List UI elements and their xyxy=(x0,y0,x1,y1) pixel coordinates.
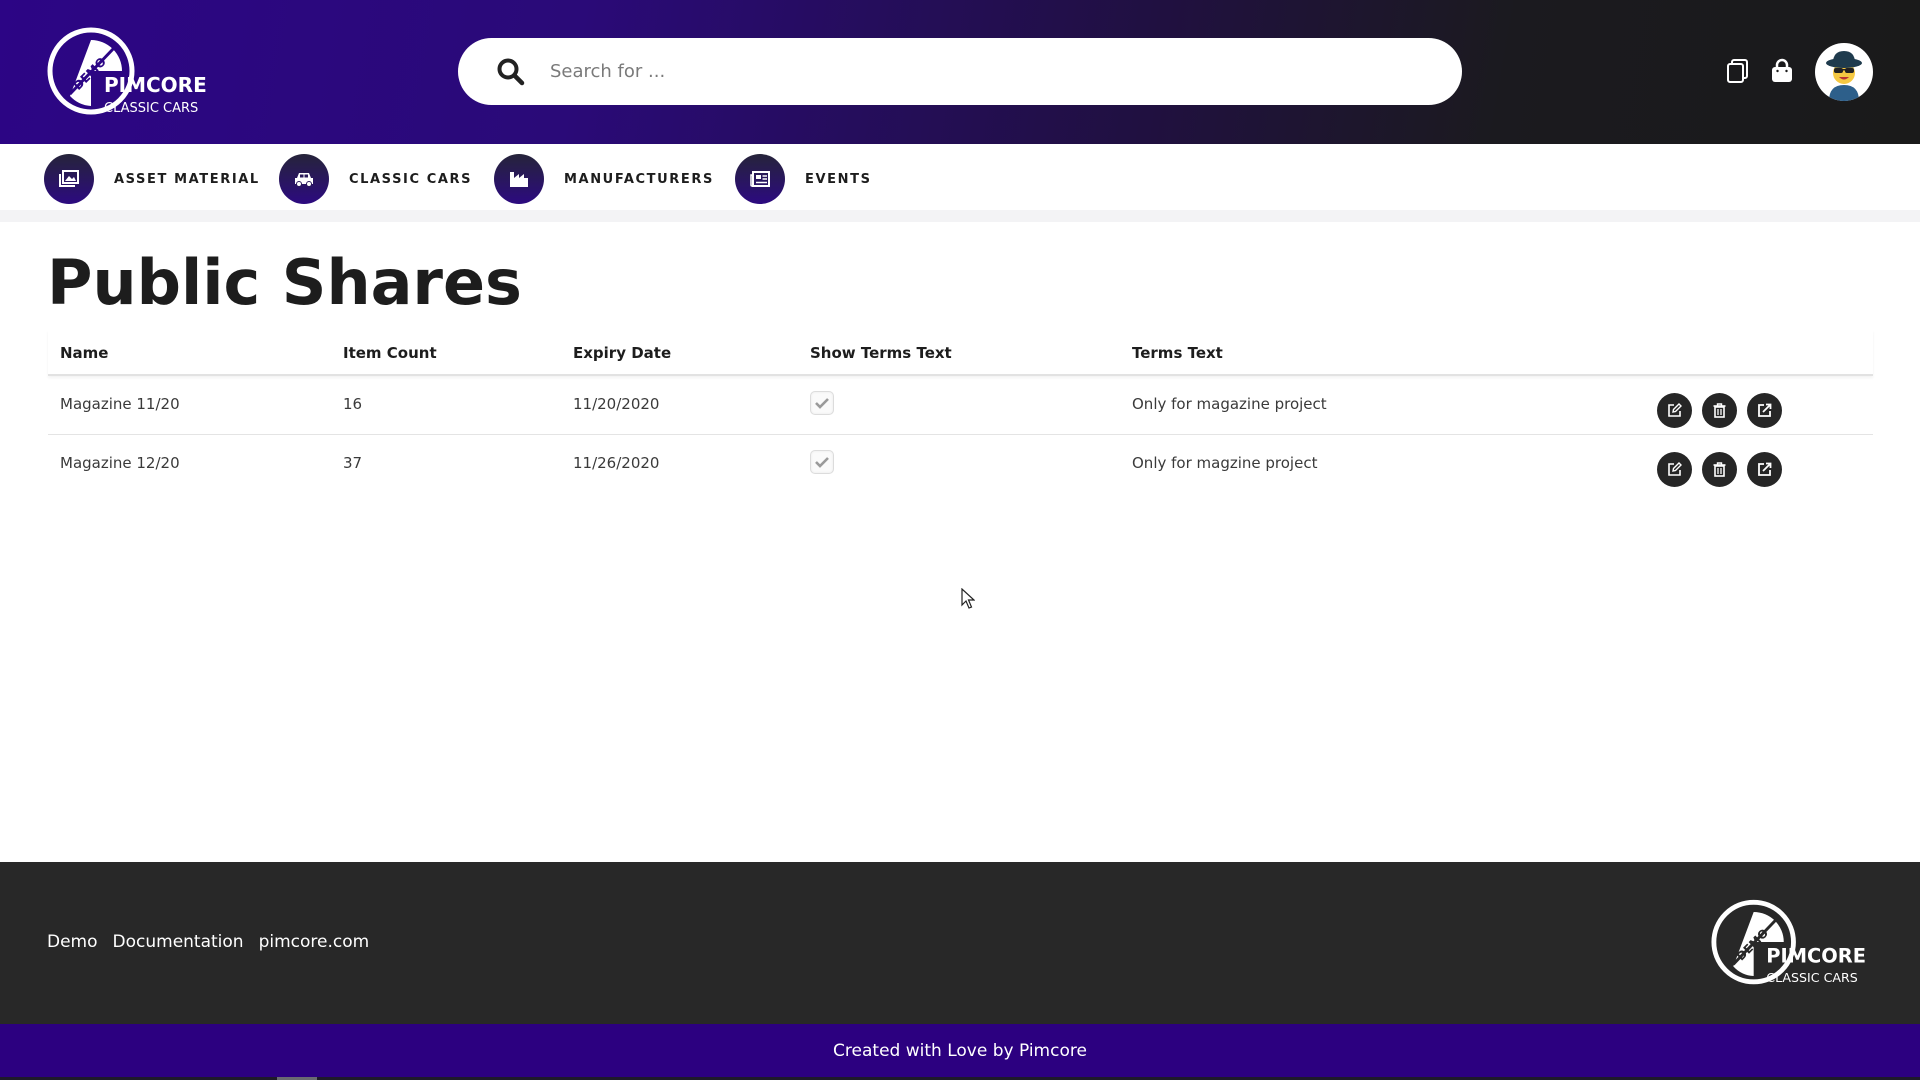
nav-label: EVENTS xyxy=(805,171,872,187)
expiry-date: 11/26/2020 xyxy=(573,454,660,472)
external-link-icon xyxy=(1758,403,1772,417)
public-shares-table: Name Item Count Expiry Date Show Terms T… xyxy=(48,330,1873,494)
table-header: Name Item Count Expiry Date Show Terms T… xyxy=(48,330,1873,376)
column-header-name[interactable]: Name xyxy=(60,344,108,362)
item-count: 16 xyxy=(343,395,363,413)
search-icon[interactable] xyxy=(496,57,526,87)
footer-link-pimcore[interactable]: pimcore.com xyxy=(259,932,370,952)
item-count: 37 xyxy=(343,454,363,472)
nav-item-asset-material[interactable]: ASSET MATERIAL xyxy=(44,154,260,204)
collections-icon[interactable] xyxy=(1725,58,1751,84)
search-input[interactable] xyxy=(550,51,1462,92)
column-header-item-count[interactable]: Item Count xyxy=(343,344,437,362)
nav-item-manufacturers[interactable]: MANUFACTURERS xyxy=(494,154,714,204)
nav-item-classic-cars[interactable]: CLASSIC CARS xyxy=(279,154,472,204)
nav-divider xyxy=(0,210,1920,222)
share-name: Magazine 11/20 xyxy=(60,395,180,413)
page-title: Public Shares xyxy=(47,246,522,319)
edit-icon xyxy=(1668,403,1682,417)
site-header: DEMO PIMCORE CLASSIC CARS xyxy=(0,0,1920,144)
column-header-expiry-date[interactable]: Expiry Date xyxy=(573,344,671,362)
mouse-cursor-icon xyxy=(961,588,975,609)
avatar-icon xyxy=(1816,44,1872,101)
nav-label: ASSET MATERIAL xyxy=(114,171,260,187)
logo-subtitle: CLASSIC CARS xyxy=(104,101,198,116)
footer-logo-brand: PIMCORE xyxy=(1766,944,1866,967)
terms-text: Only for magzine project xyxy=(1132,454,1318,472)
edit-button[interactable] xyxy=(1657,452,1692,487)
footer-links: Demo Documentation pimcore.com xyxy=(47,932,369,952)
trash-icon xyxy=(1713,403,1726,418)
row-actions xyxy=(1657,452,1782,487)
check-icon xyxy=(815,457,829,468)
share-name: Magazine 12/20 xyxy=(60,454,180,472)
footer-link-documentation[interactable]: Documentation xyxy=(113,932,244,952)
car-icon xyxy=(279,154,329,204)
user-avatar[interactable] xyxy=(1815,43,1873,101)
search-bar xyxy=(458,38,1462,105)
shopping-bag-icon[interactable] xyxy=(1769,58,1795,84)
check-icon xyxy=(815,398,829,409)
table-row: Magazine 12/20 37 11/26/2020 Only for ma… xyxy=(48,435,1873,494)
expiry-date: 11/20/2020 xyxy=(573,395,660,413)
industry-icon xyxy=(494,154,544,204)
open-share-button[interactable] xyxy=(1747,452,1782,487)
main-nav: ASSET MATERIAL CLASSIC CARS MANUFACTURER… xyxy=(0,144,1920,210)
credit-text: Created with Love by Pimcore xyxy=(833,1041,1087,1061)
external-link-icon xyxy=(1758,462,1772,476)
images-icon xyxy=(44,154,94,204)
trash-icon xyxy=(1713,462,1726,477)
pimcore-demo-logo[interactable]: DEMO PIMCORE CLASSIC CARS xyxy=(46,26,216,120)
column-header-terms-text[interactable]: Terms Text xyxy=(1132,344,1223,362)
footer-logo-subtitle: CLASSIC CARS xyxy=(1766,970,1857,985)
column-header-show-terms-text[interactable]: Show Terms Text xyxy=(810,344,952,362)
delete-button[interactable] xyxy=(1702,452,1737,487)
open-share-button[interactable] xyxy=(1747,393,1782,428)
edit-button[interactable] xyxy=(1657,393,1692,428)
newspaper-icon xyxy=(735,154,785,204)
show-terms-checkbox[interactable] xyxy=(810,450,834,474)
logo-brand: PIMCORE xyxy=(104,73,207,97)
site-footer: Demo Documentation pimcore.com DEMO PIMC… xyxy=(0,862,1920,1024)
row-actions xyxy=(1657,393,1782,428)
table-row: Magazine 11/20 16 11/20/2020 Only for ma… xyxy=(48,376,1873,435)
footer-pimcore-logo[interactable]: DEMO PIMCORE CLASSIC CARS xyxy=(1710,898,1875,990)
nav-label: CLASSIC CARS xyxy=(349,171,473,187)
terms-text: Only for magazine project xyxy=(1132,395,1327,413)
nav-item-events[interactable]: EVENTS xyxy=(735,154,872,204)
edit-icon xyxy=(1668,462,1682,476)
nav-label: MANUFACTURERS xyxy=(564,171,714,187)
delete-button[interactable] xyxy=(1702,393,1737,428)
show-terms-checkbox[interactable] xyxy=(810,391,834,415)
credit-bar: Created with Love by Pimcore xyxy=(0,1024,1920,1078)
footer-link-demo[interactable]: Demo xyxy=(47,932,98,952)
